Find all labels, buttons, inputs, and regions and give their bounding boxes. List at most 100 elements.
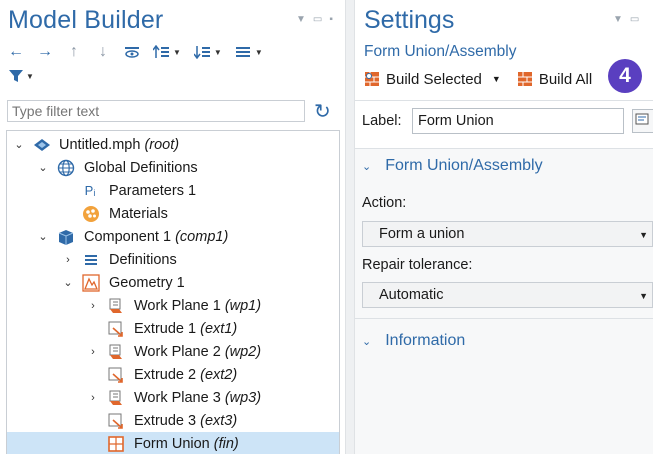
tree-node-definitions[interactable]: › Definitions [7, 248, 339, 271]
chevron-down-icon[interactable]: ⌄ [362, 335, 371, 348]
tree-tag: (comp1) [175, 228, 229, 245]
arrow-down-icon[interactable]: ↓ [95, 44, 111, 60]
tree-node-geometry[interactable]: ⌄ Geometry 1 [7, 271, 339, 294]
view-menu-icon[interactable]: ▼ [296, 14, 306, 25]
arrow-up-icon[interactable]: ↑ [66, 44, 82, 60]
move-down-list-icon[interactable] [193, 44, 210, 60]
expand-chevron-icon[interactable]: ⌄ [62, 276, 74, 289]
tree-node-work-plane-2[interactable]: › Work Plane 2 (wp2) [7, 340, 339, 363]
tree-node-parameters[interactable]: Pi Parameters 1 [7, 179, 339, 202]
action-caption: Action: [362, 195, 407, 211]
build-selected-label: Build Selected [386, 70, 482, 88]
settings-pane: Settings ▼ ▭ Form Union/Assembly Build S… [355, 0, 653, 454]
chevron-down-icon[interactable]: ⌄ [362, 160, 371, 173]
tree-label: Geometry 1 [109, 274, 185, 291]
model-builder-pane: Model Builder ▼ ▭ ▪ ← → ↑ ↓ ▼ ▼ ▼ ▼ ↻ [0, 0, 345, 454]
tree-label: Definitions [109, 251, 177, 268]
refresh-icon[interactable]: ↻ [314, 99, 331, 124]
chevron-down-icon[interactable]: ▼ [173, 48, 181, 57]
show-eye-icon[interactable] [124, 44, 140, 60]
form-union-icon [107, 435, 125, 453]
expand-chevron-icon[interactable]: ⌄ [37, 230, 49, 243]
tree-label: Work Plane 3 [134, 389, 221, 406]
model-builder-toolbar: ← → ↑ ↓ ▼ ▼ ▼ [8, 44, 263, 60]
repair-tolerance-select[interactable]: Automatic ▼ [362, 282, 653, 308]
section-information[interactable]: ⌄ Information [362, 332, 465, 350]
build-all-label: Build All [538, 70, 593, 88]
arrow-right-icon[interactable]: → [37, 44, 53, 60]
tree-label: Extrude 2 [134, 366, 197, 383]
model-builder-title: Model Builder [8, 6, 164, 34]
tree-node-form-union[interactable]: Form Union (fin) [7, 432, 339, 454]
collapse-chevron-icon[interactable]: › [62, 254, 74, 266]
tree-label: Materials [109, 205, 168, 222]
chevron-down-icon[interactable]: ▼ [255, 48, 263, 57]
build-selected-button[interactable]: Build Selected ▼ [364, 71, 501, 88]
collapse-chevron-icon[interactable]: › [87, 346, 99, 358]
expand-chevron-icon[interactable]: ⌄ [13, 138, 25, 151]
collapse-chevron-icon[interactable]: › [87, 300, 99, 312]
tree-node-component[interactable]: ⌄ Component 1 (comp1) [7, 225, 339, 248]
collapse-chevron-icon[interactable]: › [87, 392, 99, 404]
tree-filter-input[interactable] [7, 100, 305, 122]
tree-tag: (wp1) [224, 297, 262, 314]
tree-node-extrude-3[interactable]: Extrude 3 (ext3) [7, 409, 339, 432]
list-view-icon[interactable] [235, 44, 251, 60]
tree-tag: (ext1) [200, 320, 238, 337]
section-title: Form Union/Assembly [385, 157, 543, 174]
tree-tag: (wp3) [224, 389, 262, 406]
section-form-union-assembly[interactable]: ⌄ Form Union/Assembly [362, 157, 543, 175]
label-field[interactable] [412, 108, 624, 134]
tree-label: Work Plane 1 [134, 297, 221, 314]
arrow-left-icon[interactable]: ← [8, 44, 24, 60]
component-icon [57, 228, 75, 246]
repair-tolerance-caption: Repair tolerance: [362, 257, 473, 273]
minimize-icon[interactable]: ▭ [313, 14, 322, 25]
parameters-icon: Pi [84, 183, 96, 198]
divider [355, 148, 653, 149]
chevron-down-icon[interactable]: ▼ [26, 72, 34, 81]
globe-icon [57, 159, 75, 177]
build-all-button[interactable]: Build All [517, 71, 592, 88]
step-number-badge: 4 [608, 59, 642, 93]
work-plane-icon [107, 343, 125, 361]
tree-node-materials[interactable]: Materials [7, 202, 339, 225]
tree-label: Component 1 [84, 228, 172, 245]
model-builder-toolbar-2: ▼ [8, 68, 34, 84]
work-plane-icon [107, 389, 125, 407]
tree-node-work-plane-3[interactable]: › Work Plane 3 (wp3) [7, 386, 339, 409]
divider [355, 318, 653, 319]
action-select[interactable]: Form a union ▼ [362, 221, 653, 247]
chevron-down-icon[interactable]: ▼ [214, 48, 222, 57]
chevron-down-icon[interactable]: ▼ [492, 74, 501, 84]
repair-tolerance-value: Automatic [379, 287, 444, 303]
tree-node-global-definitions[interactable]: ⌄ Global Definitions [7, 156, 339, 179]
filter-funnel-icon[interactable] [8, 68, 24, 84]
tree-tag: (root) [144, 136, 180, 153]
view-menu-icon[interactable]: ▼ [613, 14, 623, 25]
minimize-icon[interactable]: ▭ [630, 14, 639, 25]
build-selected-icon [365, 72, 379, 86]
mph-file-icon [33, 136, 51, 154]
settings-title: Settings [364, 6, 455, 34]
tree-node-work-plane-1[interactable]: › Work Plane 1 (wp1) [7, 294, 339, 317]
definitions-icon [82, 251, 100, 269]
move-up-list-icon[interactable] [153, 44, 169, 60]
tree-label: Global Definitions [84, 159, 198, 176]
build-toolbar: Build Selected ▼ Build All [364, 67, 592, 91]
tree-node-root[interactable]: ⌄ Untitled.mph (root) [7, 133, 339, 156]
dropdown-arrow-icon[interactable]: ▼ [639, 291, 648, 301]
tree-tag: (fin) [213, 435, 239, 452]
expand-chevron-icon[interactable]: ⌄ [37, 161, 49, 174]
pane-splitter[interactable] [345, 0, 355, 454]
geometry-icon [82, 273, 100, 292]
tree-node-extrude-1[interactable]: Extrude 1 (ext1) [7, 317, 339, 340]
action-value: Form a union [379, 226, 465, 242]
tree-label: Extrude 3 [134, 412, 197, 429]
dropdown-arrow-icon[interactable]: ▼ [639, 230, 648, 240]
model-builder-window-controls: ▼ ▭ ▪ [296, 14, 333, 25]
pin-icon[interactable]: ▪ [329, 14, 333, 25]
tree-tag: (ext3) [200, 412, 238, 429]
tree-node-extrude-2[interactable]: Extrude 2 (ext2) [7, 363, 339, 386]
label-options-icon[interactable] [632, 109, 653, 133]
